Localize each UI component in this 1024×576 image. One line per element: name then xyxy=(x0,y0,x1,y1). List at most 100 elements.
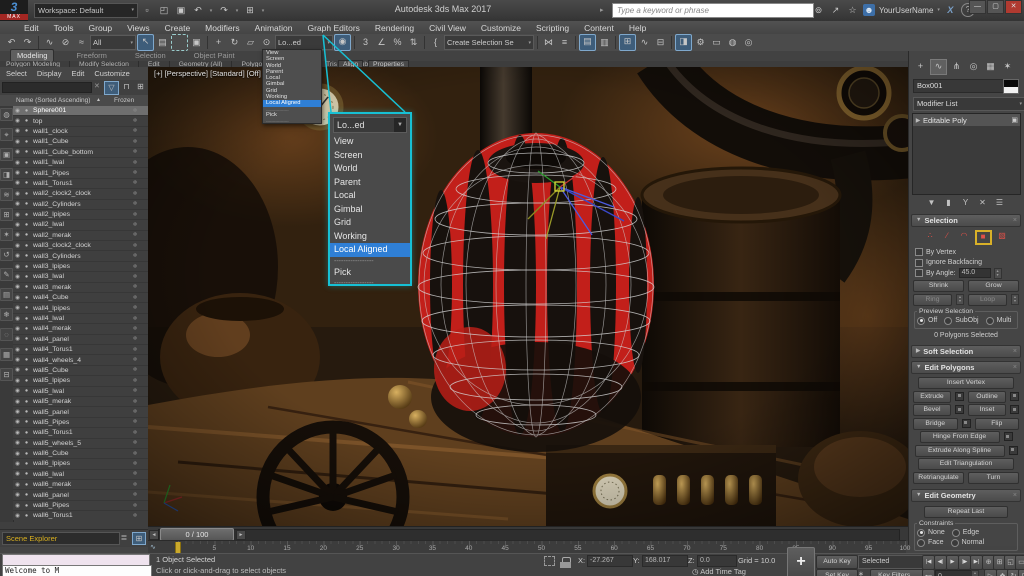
select-and-scale-icon[interactable]: ▱ xyxy=(243,35,258,50)
frozen-snowflake-icon[interactable]: ❄ xyxy=(122,274,148,280)
preview-radio-multi[interactable] xyxy=(986,317,994,325)
search-collapse-icon[interactable]: ▸ xyxy=(600,6,604,14)
insert-vertex-button[interactable]: Insert Vertex xyxy=(918,377,1014,389)
scene-object-row[interactable]: ◉●wall6_merak❄ xyxy=(13,480,148,490)
visibility-eye-icon[interactable]: ◉ xyxy=(13,316,22,322)
scene-object-row[interactable]: ◉●wall1_Pipes❄ xyxy=(13,168,148,178)
scene-object-row[interactable]: ◉●wall2_merak❄ xyxy=(13,231,148,241)
unlink-selection-icon[interactable]: ⊘ xyxy=(58,35,73,50)
scene-object-row[interactable]: ◉●wall4_Cube❄ xyxy=(13,293,148,303)
frozen-snowflake-icon[interactable]: ❄ xyxy=(122,253,148,259)
visibility-eye-icon[interactable]: ◉ xyxy=(13,451,22,457)
coord-menu-item-grid[interactable]: Grid xyxy=(330,216,410,230)
menu-edit[interactable]: Edit xyxy=(24,23,39,33)
user-avatar[interactable]: ☻ xyxy=(863,4,875,16)
frozen-snowflake-icon[interactable]: ❄ xyxy=(122,139,148,145)
explorer-menu-display[interactable]: Display xyxy=(37,69,62,78)
mirror-icon[interactable]: ⋈ xyxy=(541,35,556,50)
flip-button[interactable]: Flip xyxy=(975,418,1020,430)
loop-spinner[interactable]: ▲▼ xyxy=(1011,294,1019,305)
scene-object-row[interactable]: ◉●wall1_lwal❄ xyxy=(13,158,148,168)
coord-menu-item-local[interactable]: Local xyxy=(330,189,410,203)
scene-object-row[interactable]: ◉●wall5_Pipes❄ xyxy=(13,418,148,428)
outline-button[interactable]: Outline xyxy=(968,391,1006,403)
hinge-from-edge-button[interactable]: Hinge From Edge xyxy=(920,431,1000,443)
exchange-apps-icon[interactable]: Χ xyxy=(944,4,957,17)
scene-object-row[interactable]: ◉●wall5_Cube❄ xyxy=(13,366,148,376)
menu-graph-editors[interactable]: Graph Editors xyxy=(307,23,359,33)
visibility-eye-icon[interactable]: ◉ xyxy=(13,471,22,477)
username-label[interactable]: YourUserName xyxy=(879,6,933,15)
selection-filter-dropdown[interactable]: All▾ xyxy=(90,35,136,50)
outline-settings-icon[interactable] xyxy=(1010,392,1019,401)
modify-tab[interactable]: ∿ xyxy=(930,59,947,75)
explorer-menu-customize[interactable]: Customize xyxy=(94,69,129,78)
display-particles-icon[interactable]: ◌ xyxy=(0,328,13,341)
visibility-eye-icon[interactable]: ◉ xyxy=(13,232,22,238)
by-vertex-checkbox[interactable]: By Vertex xyxy=(913,247,1019,258)
visibility-eye-icon[interactable]: ◉ xyxy=(13,284,22,290)
visibility-eye-icon[interactable]: ◉ xyxy=(13,326,22,332)
explorer-grid-icon[interactable]: ⊞ xyxy=(132,532,146,545)
frozen-snowflake-icon[interactable]: ❄ xyxy=(122,513,148,519)
key-mode-toggle-icon[interactable]: ⊷ xyxy=(922,569,935,576)
ribbon-tab-modeling[interactable]: Modeling xyxy=(10,49,54,61)
configure-modifier-sets-icon[interactable]: ☰ xyxy=(994,197,1006,209)
viewport-label[interactable]: [+] [Perspective] [Standard] [Off] xyxy=(154,69,261,78)
align-icon[interactable]: ≡ xyxy=(557,35,572,50)
scene-object-row[interactable]: ◉●wall6_lwal❄ xyxy=(13,470,148,480)
visibility-eye-icon[interactable]: ◉ xyxy=(13,409,22,415)
constraint-radio-normal[interactable] xyxy=(951,539,959,547)
frozen-snowflake-icon[interactable]: ❄ xyxy=(122,264,148,270)
render-flyout-icon[interactable]: ◎ xyxy=(741,35,756,50)
scene-object-row[interactable]: ◉●wall1_clock❄ xyxy=(13,127,148,137)
menu-views[interactable]: Views xyxy=(127,23,150,33)
constraint-radio-edge[interactable] xyxy=(952,529,960,537)
select-object-icon[interactable]: ↖ xyxy=(137,34,154,51)
current-frame-field[interactable]: 0 xyxy=(935,570,973,576)
bridge-button[interactable]: Bridge xyxy=(913,418,958,430)
visibility-eye-icon[interactable]: ◉ xyxy=(13,118,22,124)
visibility-eye-icon[interactable]: ◉ xyxy=(13,139,22,145)
field-of-view-icon[interactable]: ▭ xyxy=(1015,555,1024,570)
scene-object-row[interactable]: ◉●wall3_Cylinders❄ xyxy=(13,251,148,261)
graphite-ribbon-toggle-icon[interactable]: ⊞ xyxy=(619,34,636,51)
hierarchy-tab[interactable]: ⋔ xyxy=(949,59,964,73)
frozen-snowflake-icon[interactable]: ❄ xyxy=(122,399,148,405)
filter-funnel-icon[interactable]: ▽ xyxy=(104,81,119,95)
frozen-snowflake-icon[interactable]: ❄ xyxy=(122,451,148,457)
visibility-eye-icon[interactable]: ◉ xyxy=(13,201,22,207)
visibility-eye-icon[interactable]: ◉ xyxy=(13,482,22,488)
coord-menu-item-local-aligned[interactable]: Local Aligned xyxy=(330,243,410,257)
search-input[interactable]: Type a keyword or phrase xyxy=(612,3,814,18)
ring-spinner[interactable]: ▲▼ xyxy=(956,294,964,305)
hinge-from-edge-settings-icon[interactable] xyxy=(1004,432,1013,441)
visibility-eye-icon[interactable]: ◉ xyxy=(13,180,22,186)
workspace-dropdown[interactable]: Workspace: Default ▾ xyxy=(34,3,138,18)
redo-icon[interactable]: ↷ xyxy=(20,35,35,50)
display-helpers-icon[interactable]: ⊞ xyxy=(0,208,13,221)
manage-layers-icon[interactable]: ▥ xyxy=(597,35,612,50)
scene-object-row[interactable]: ◉●wall5_merak❄ xyxy=(13,397,148,407)
visibility-bulb-icon[interactable]: ▣ xyxy=(1011,116,1018,124)
close-button[interactable]: ✕ xyxy=(1005,0,1022,14)
scene-object-row[interactable]: ◉●wall4_wheels_4❄ xyxy=(13,355,148,365)
frozen-snowflake-icon[interactable]: ❄ xyxy=(122,128,148,134)
visibility-eye-icon[interactable]: ◉ xyxy=(13,128,22,134)
extrude-settings-icon[interactable] xyxy=(955,392,964,401)
rectangular-selection-region-icon[interactable] xyxy=(171,34,188,51)
frozen-snowflake-icon[interactable]: ❄ xyxy=(122,316,148,322)
scene-object-row[interactable]: ◉●wall1_Torus1❄ xyxy=(13,179,148,189)
visibility-eye-icon[interactable]: ◉ xyxy=(13,149,22,155)
scene-object-row[interactable]: ◉●wall5_lpipes❄ xyxy=(13,376,148,386)
snaps-toggle-icon[interactable]: 3 xyxy=(358,35,373,50)
frame-spinner[interactable]: ▲▼ xyxy=(971,570,979,576)
frozen-snowflake-icon[interactable]: ❄ xyxy=(122,409,148,415)
frozen-snowflake-icon[interactable]: ❄ xyxy=(122,482,148,488)
perspective-viewport[interactable]: [+] [Perspective] [Standard] [Off] xyxy=(148,67,908,526)
visibility-eye-icon[interactable]: ◉ xyxy=(13,347,22,353)
display-lights-icon[interactable]: ◨ xyxy=(0,168,13,181)
visibility-eye-icon[interactable]: ◉ xyxy=(13,274,22,280)
selection-rollout-header[interactable]: ▼ Selection × xyxy=(911,214,1021,227)
menu-tools[interactable]: Tools xyxy=(54,23,74,33)
